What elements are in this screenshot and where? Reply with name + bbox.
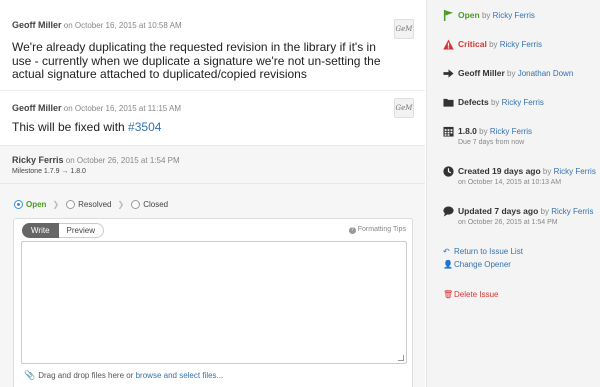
paperclip-icon: 📎 xyxy=(24,370,36,380)
change-opener-link[interactable]: 👤Change Opener xyxy=(443,260,511,270)
warning-icon xyxy=(443,39,454,50)
editor-tabs: Write Preview xyxy=(22,223,104,238)
by-label: by xyxy=(479,127,488,136)
change-opener-label[interactable]: Change Opener xyxy=(454,260,511,269)
comment-body: This will be fixed with #3504 xyxy=(12,120,387,135)
comment: Geoff Miller on October 16, 2015 at 10:5… xyxy=(0,0,425,88)
milestone-change: Milestone 1.7.9 → 1.8.0 xyxy=(12,168,86,175)
radio-icon xyxy=(131,199,141,209)
status-radio-label: Resolved xyxy=(78,199,112,209)
status-change-event: Ricky Ferris on October 26, 2015 at 1:54… xyxy=(0,145,425,183)
arrow-right-icon xyxy=(443,69,454,78)
status-radio-group: Open ❯ Resolved ❯ Closed xyxy=(14,198,174,210)
trash-icon: 🗑 xyxy=(443,290,454,299)
comment-textarea[interactable] xyxy=(21,241,407,364)
milestone-change-label: Milestone xyxy=(12,168,42,175)
user-link[interactable]: Ricky Ferris xyxy=(493,11,535,20)
status-radio-closed[interactable]: Closed xyxy=(131,199,169,209)
comment-body-text: This will be fixed with xyxy=(12,120,129,134)
flag-icon xyxy=(443,10,454,21)
folder-icon xyxy=(443,98,454,107)
by-label: by xyxy=(542,167,552,176)
assignee-value: Geoff Miller xyxy=(458,68,505,78)
status-radio-label: Closed xyxy=(143,199,169,209)
milestone-change-value: 1.7.9 → 1.8.0 xyxy=(43,168,86,175)
formatting-tips-link[interactable]: ? Formatting Tips xyxy=(348,226,406,234)
clock-icon xyxy=(443,166,454,177)
status-radio-open[interactable]: Open xyxy=(14,199,47,209)
by-label: by xyxy=(481,11,491,20)
comment-header: Geoff Miller on October 16, 2015 at 11:1… xyxy=(12,99,181,117)
user-icon: 👤 xyxy=(443,260,453,269)
created-date: on October 14, 2015 at 10:13 AM xyxy=(458,179,562,186)
radio-selected-icon xyxy=(14,199,23,209)
comment-date: on October 16, 2015 at 10:58 AM xyxy=(63,21,182,30)
issue-link[interactable]: #3504 xyxy=(128,120,161,134)
by-label: by xyxy=(507,69,516,78)
comment: Geoff Miller on October 16, 2015 at 11:1… xyxy=(0,90,425,145)
by-label: by xyxy=(540,207,549,216)
calendar-icon xyxy=(443,126,454,137)
chevron-right-icon: ❯ xyxy=(52,199,60,209)
delete-issue-label[interactable]: Delete Issue xyxy=(454,290,498,299)
created-value: Created 19 days ago xyxy=(458,166,541,176)
updated-value: Updated 7 days ago xyxy=(458,206,539,216)
formatting-tips-label: Formatting Tips xyxy=(357,226,406,233)
resize-handle-icon[interactable] xyxy=(398,355,404,361)
editor-panel: Write Preview ? Formatting Tips 📎 Drag and… xyxy=(13,218,413,387)
status-radio-label: Open xyxy=(26,199,47,209)
return-to-issue-list-link[interactable]: ↶ Return to Issue List xyxy=(443,247,523,257)
comment-editor: Open ❯ Resolved ❯ Closed Write Preview ?… xyxy=(0,183,425,387)
comment-header: Geoff Miller on October 16, 2015 at 10:5… xyxy=(12,16,182,34)
tab-write[interactable]: Write xyxy=(22,223,59,238)
file-dropzone[interactable]: 📎 Drag and drop files here or browse and … xyxy=(24,370,223,381)
user-link[interactable]: Ricky Ferris xyxy=(500,40,542,49)
user-link[interactable]: Ricky Ferris xyxy=(554,167,596,176)
updated-date: on October 26, 2015 at 1:54 PM xyxy=(458,219,558,226)
priority-value: Critical xyxy=(458,39,487,49)
milestone-value: 1.8.0 xyxy=(458,126,477,136)
help-icon: ? xyxy=(348,227,356,234)
reply-arrow-icon: ↶ xyxy=(443,247,450,256)
user-link[interactable]: Ricky Ferris xyxy=(502,98,544,107)
browse-files-link[interactable]: browse and select files... xyxy=(136,371,224,380)
issue-sidebar: Open by Ricky Ferris Critical by Ricky F… xyxy=(426,0,600,387)
status-value: Open xyxy=(458,10,480,20)
radio-icon xyxy=(66,199,76,209)
tab-preview[interactable]: Preview xyxy=(58,223,104,238)
user-link[interactable]: Jonathan Down xyxy=(518,69,574,78)
user-link[interactable]: Ricky Ferris xyxy=(551,207,593,216)
by-label: by xyxy=(490,98,500,107)
event-author[interactable]: Ricky Ferris xyxy=(12,155,64,165)
by-label: by xyxy=(489,40,498,49)
dropzone-text: Drag and drop files here or xyxy=(38,371,136,380)
issue-thread: Geoff Miller on October 16, 2015 at 10:5… xyxy=(0,0,425,387)
comment-date: on October 16, 2015 at 11:15 AM xyxy=(63,104,182,113)
chevron-right-icon: ❯ xyxy=(117,199,125,209)
avatar: GeM xyxy=(394,19,414,39)
delete-issue-link[interactable]: 🗑Delete Issue xyxy=(443,290,498,300)
status-radio-resolved[interactable]: Resolved xyxy=(66,199,112,209)
comment-author[interactable]: Geoff Miller xyxy=(12,103,62,113)
comment-author[interactable]: Geoff Miller xyxy=(12,20,62,30)
event-header: Ricky Ferris on October 26, 2015 at 1:54… xyxy=(12,155,180,165)
milestone-due: Due 7 days from now xyxy=(458,139,525,146)
speech-bubble-icon xyxy=(443,206,454,217)
comment-body: We're already duplicating the requested … xyxy=(12,40,381,81)
return-link-label[interactable]: Return to Issue List xyxy=(454,247,523,256)
category-value: Defects xyxy=(458,97,489,107)
user-link[interactable]: Ricky Ferris xyxy=(490,127,532,136)
avatar: GeM xyxy=(394,98,414,118)
event-date: on October 26, 2015 at 1:54 PM xyxy=(65,156,180,165)
